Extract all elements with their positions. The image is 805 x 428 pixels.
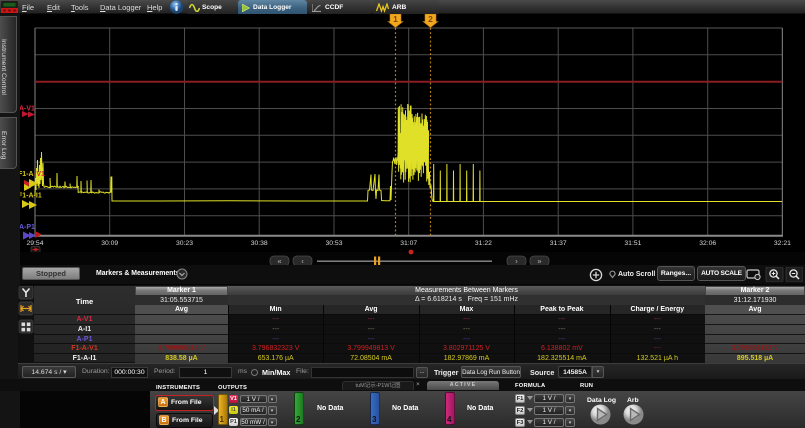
svg-text:30:23: 30:23 [176, 240, 193, 247]
svg-text:30:09: 30:09 [101, 240, 118, 247]
svg-text:A-P1: A-P1 [20, 224, 35, 231]
svg-text:32:06: 32:06 [699, 240, 716, 247]
svg-text:F1-A: F1-A [20, 171, 34, 178]
svg-text:1: 1 [393, 14, 398, 24]
svg-text:31:37: 31:37 [550, 240, 567, 247]
svg-text:F1-A-I1: F1-A-I1 [20, 193, 42, 200]
svg-text:30:38: 30:38 [251, 240, 268, 247]
svg-text:31:07: 31:07 [400, 240, 417, 247]
svg-text:31:22: 31:22 [475, 240, 492, 247]
svg-text:32:21: 32:21 [774, 240, 791, 247]
svg-text:2: 2 [428, 14, 433, 24]
svg-text:31:51: 31:51 [624, 240, 641, 247]
svg-text:-V1: -V1 [34, 171, 45, 178]
svg-text:30:53: 30:53 [325, 240, 342, 247]
svg-text:29:54: 29:54 [26, 240, 43, 247]
